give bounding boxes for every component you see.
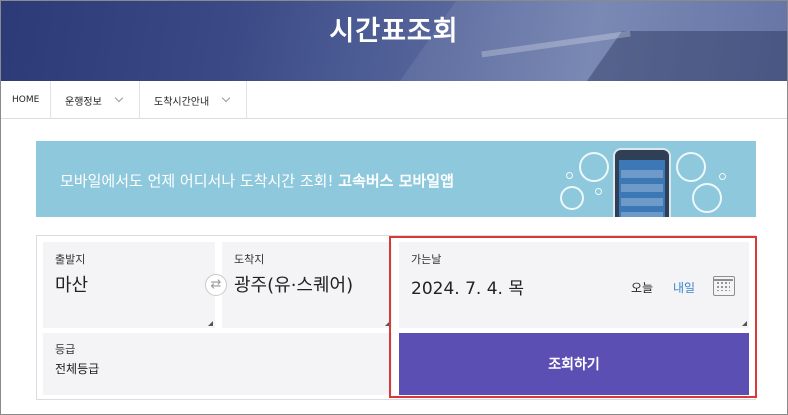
corner-mark-icon: [385, 321, 390, 326]
grade-label: 등급: [55, 343, 76, 356]
corner-mark-icon: [208, 321, 213, 326]
breadcrumb-home[interactable]: HOME: [1, 81, 51, 119]
date-value: 2024. 7. 4. 목: [411, 279, 524, 299]
breadcrumb: HOME 운행정보 도착시간안내: [1, 81, 787, 119]
corner-mark-icon: [742, 321, 747, 326]
hero-header: 시간표조회: [1, 1, 787, 81]
arrival-field[interactable]: 도착지 광주(유·스퀘어): [222, 242, 392, 328]
phone-screen-row: [621, 170, 663, 178]
banner-text: 모바일에서도 언제 어디서나 도착시간 조회! 고속버스 모바일앱: [60, 170, 454, 191]
decor-dot: [595, 188, 602, 195]
date-field[interactable]: 가는날 2024. 7. 4. 목 오늘 내일: [399, 242, 749, 328]
departure-label: 출발지: [55, 253, 86, 266]
grade-value: 전체등급: [55, 362, 100, 376]
breadcrumb-arrival-time[interactable]: 도착시간안내: [140, 81, 247, 119]
phone-screen-row: [621, 184, 663, 192]
tomorrow-button[interactable]: 내일: [673, 279, 695, 296]
departure-value: 마산: [55, 275, 89, 296]
swap-icon[interactable]: ⇄: [205, 274, 227, 296]
person-icon: [560, 186, 584, 210]
decor-dot: [719, 173, 726, 180]
chevron-down-icon: [221, 93, 231, 103]
search-button[interactable]: 조회하기: [399, 333, 749, 395]
breadcrumb-label: 도착시간안내: [154, 96, 210, 108]
page-title: 시간표조회: [329, 16, 459, 47]
mobile-app-banner[interactable]: 모바일에서도 언제 어디서나 도착시간 조회! 고속버스 모바일앱: [36, 141, 756, 217]
check-icon: [579, 152, 609, 182]
calendar-icon[interactable]: [713, 276, 735, 296]
breadcrumb-label: 운행정보: [65, 96, 102, 108]
arrival-label: 도착지: [234, 253, 265, 266]
phone-illustration: [613, 148, 671, 217]
bus-icon: [676, 152, 706, 182]
ticket-icon: [692, 183, 722, 213]
banner-text-normal: 모바일에서도 언제 어디서나 도착시간 조회!: [60, 172, 334, 190]
today-button[interactable]: 오늘: [631, 279, 653, 296]
phone-screen-row: [621, 212, 663, 217]
departure-field[interactable]: 출발지 마산: [43, 242, 215, 328]
grade-select[interactable]: 등급 전체등급: [43, 333, 392, 395]
chevron-down-icon: [114, 93, 124, 103]
breadcrumb-operation-info[interactable]: 운행정보: [51, 81, 140, 119]
decor-dot: [566, 172, 573, 179]
search-form: 출발지 마산 ⇄ 도착지 광주(유·스퀘어) 등급 전체등급 가는날 2024.…: [36, 235, 756, 400]
banner-text-bold: 고속버스 모바일앱: [338, 172, 454, 190]
phone-screen-row: [621, 198, 663, 206]
date-label: 가는날: [411, 253, 442, 266]
arrival-value: 광주(유·스퀘어): [234, 275, 354, 296]
